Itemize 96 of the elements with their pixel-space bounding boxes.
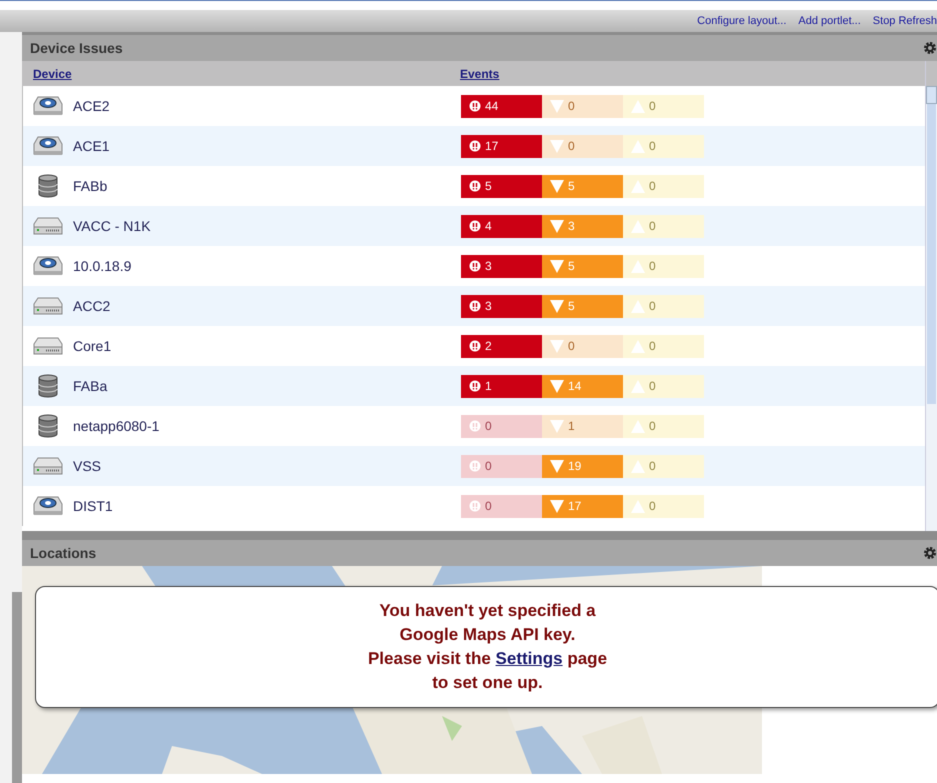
device-name[interactable]: ACC2 (73, 296, 461, 316)
major-count: 5 (542, 254, 623, 278)
message-text: You haven't yet specified a Google Maps API key. Please visit the Settings page to set one up. (368, 600, 608, 694)
alert-icon (469, 420, 481, 432)
minor-count: 0 (623, 374, 704, 398)
critical-count: 4 (461, 214, 542, 238)
warning-icon (631, 340, 645, 352)
minor-count: 0 (623, 254, 704, 278)
down-triangle-icon (550, 180, 564, 192)
warning-icon (631, 500, 645, 512)
major-count: 0 (542, 94, 623, 118)
unknown-device-icon (32, 494, 64, 518)
portlet-title: Device Issues (30, 38, 123, 58)
warning-icon (631, 260, 645, 272)
minor-count: 0 (623, 334, 704, 358)
alert-icon (469, 220, 481, 232)
device-name[interactable]: VACC - N1K (73, 216, 461, 236)
critical-count: 5 (461, 174, 542, 198)
minor-count: 0 (623, 414, 704, 438)
down-triangle-icon (550, 100, 564, 112)
alert-icon (469, 180, 481, 192)
down-triangle-icon (550, 300, 564, 312)
alert-icon (469, 500, 481, 512)
unknown-device-icon (32, 134, 64, 158)
toolbar-link[interactable]: Stop Refresh (872, 12, 937, 30)
critical-count: 0 (461, 414, 542, 438)
device-name[interactable]: ACE1 (73, 136, 461, 156)
device-name[interactable]: FABa (73, 376, 461, 396)
major-count: 1 (542, 414, 623, 438)
alert-icon (469, 300, 481, 312)
critical-count: 3 (461, 294, 542, 318)
alert-icon (469, 380, 481, 392)
down-triangle-icon (550, 140, 564, 152)
column-header[interactable]: Device (22, 64, 460, 82)
device-name[interactable]: DIST1 (73, 496, 461, 516)
portlet-title: Locations (30, 544, 96, 562)
critical-count: 0 (461, 454, 542, 478)
minor-count: 0 (623, 214, 704, 238)
major-count: 5 (542, 174, 623, 198)
device-name[interactable]: FABb (73, 176, 461, 196)
critical-count: 1 (461, 374, 542, 398)
alert-icon (469, 340, 481, 352)
settings-icon[interactable] (923, 41, 937, 55)
critical-count: 3 (461, 254, 542, 278)
warning-icon (631, 140, 645, 152)
minor-count: 0 (623, 454, 704, 478)
down-triangle-icon (550, 380, 564, 392)
major-count: 0 (542, 334, 623, 358)
down-triangle-icon (550, 460, 564, 472)
major-count: 5 (542, 294, 623, 318)
scrollbar[interactable] (925, 61, 937, 531)
device-name[interactable]: Core1 (73, 336, 461, 356)
device-name[interactable]: 10.0.18.9 (73, 256, 461, 276)
warning-icon (631, 100, 645, 112)
down-triangle-icon (550, 500, 564, 512)
down-triangle-icon (550, 260, 564, 272)
device-name[interactable]: VSS (73, 456, 461, 476)
minor-count: 0 (623, 294, 704, 318)
major-count: 17 (542, 494, 623, 518)
settings-icon[interactable] (923, 546, 937, 560)
alert-icon (469, 100, 481, 112)
unknown-device-icon (32, 94, 64, 118)
critical-count: 44 (461, 94, 542, 118)
warning-icon (631, 460, 645, 472)
major-count: 0 (542, 134, 623, 158)
settings-link[interactable]: Settings (496, 649, 563, 668)
major-count: 14 (542, 374, 623, 398)
toolbar-link[interactable]: Configure layout... (697, 12, 786, 30)
database-icon (37, 174, 59, 198)
column-header[interactable]: Events (460, 64, 500, 82)
down-triangle-icon (550, 340, 564, 352)
database-icon (37, 374, 59, 398)
minor-count: 0 (623, 94, 704, 118)
critical-count: 17 (461, 134, 542, 158)
warning-icon (631, 220, 645, 232)
minor-count: 0 (623, 494, 704, 518)
minor-count: 0 (623, 134, 704, 158)
unknown-device-icon (32, 254, 64, 278)
alert-icon (469, 460, 481, 472)
critical-count: 2 (461, 334, 542, 358)
alert-icon (469, 140, 481, 152)
database-icon (37, 414, 59, 438)
major-count: 3 (542, 214, 623, 238)
minor-count: 0 (623, 174, 704, 198)
alert-icon (469, 260, 481, 272)
device-name[interactable]: netapp6080-1 (73, 416, 461, 436)
toolbar-link[interactable]: Add portlet... (798, 12, 861, 30)
warning-icon (631, 420, 645, 432)
down-triangle-icon (550, 420, 564, 432)
warning-icon (631, 380, 645, 392)
down-triangle-icon (550, 220, 564, 232)
device-name[interactable]: ACE2 (73, 96, 461, 116)
major-count: 19 (542, 454, 623, 478)
critical-count: 0 (461, 494, 542, 518)
warning-icon (631, 300, 645, 312)
warning-icon (631, 180, 645, 192)
